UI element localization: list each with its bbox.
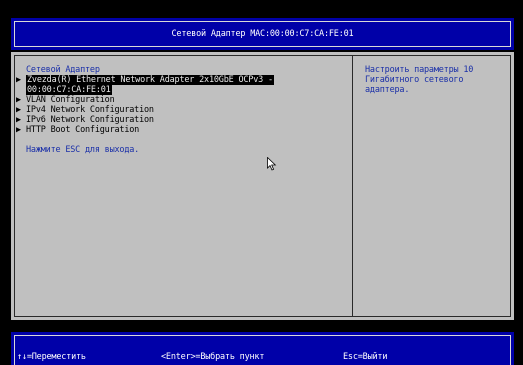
footer-select-hint: <Enter>=Выбрать пункт <box>161 352 265 362</box>
title-bar: Сетевой Адаптер MAC:00:00:C7:CA:FE:01 <box>11 18 514 50</box>
main-panel: Сетевой Адаптер ▶ Zvezda(R) Ethernet Net… <box>11 52 514 320</box>
menu-item-ipv4[interactable]: ▶ IPv4 Network Configuration <box>16 105 346 115</box>
help-line-3: адаптера. <box>365 85 410 95</box>
menu-item-adapter-mac-label: 00:00:C7:CA:FE:01 <box>26 85 112 95</box>
bios-screen: Сетевой Адаптер MAC:00:00:C7:CA:FE:01 Се… <box>0 0 523 365</box>
triangle-right-icon: ▶ <box>16 105 21 115</box>
help-line-2: Гигабитного сетевого <box>365 75 464 85</box>
triangle-right-icon: ▶ <box>16 75 21 85</box>
menu-item-ipv6-label: IPv6 Network Configuration <box>26 115 154 125</box>
help-divider <box>352 55 353 317</box>
help-panel: Настроить параметры 10 Гигабитного сетев… <box>365 65 505 95</box>
menu-item-adapter-label: Zvezda(R) Ethernet Network Adapter 2x10G… <box>26 75 274 85</box>
menu-item-http-boot-label: HTTP Boot Configuration <box>26 125 140 135</box>
menu-item-http-boot[interactable]: ▶ HTTP Boot Configuration <box>16 125 346 135</box>
menu-item-adapter-mac[interactable]: 00:00:C7:CA:FE:01 <box>16 85 346 95</box>
menu-heading: Сетевой Адаптер <box>26 65 100 75</box>
exit-hint: Нажмите ESC для выхода. <box>26 145 140 155</box>
menu-item-vlan[interactable]: ▶ VLAN Configuration <box>16 95 346 105</box>
footer-move-hint: ↑↓=Переместить <box>17 352 86 362</box>
triangle-right-icon: ▶ <box>16 95 21 105</box>
mouse-pointer-icon <box>267 157 277 171</box>
menu-item-vlan-label: VLAN Configuration <box>26 95 115 105</box>
menu-list: Сетевой Адаптер ▶ Zvezda(R) Ethernet Net… <box>16 65 346 155</box>
menu-item-ipv4-label: IPv4 Network Configuration <box>26 105 154 115</box>
help-line-1: Настроить параметры 10 <box>365 65 474 75</box>
footer-bar: ↑↓=Переместить <Enter>=Выбрать пункт Esc… <box>11 332 514 365</box>
footer-exit-hint: Esc=Выйти <box>343 352 388 362</box>
page-title: Сетевой Адаптер MAC:00:00:C7:CA:FE:01 <box>171 29 354 39</box>
triangle-right-icon: ▶ <box>16 115 21 125</box>
menu-item-ipv6[interactable]: ▶ IPv6 Network Configuration <box>16 115 346 125</box>
menu-item-adapter[interactable]: ▶ Zvezda(R) Ethernet Network Adapter 2x1… <box>16 75 346 85</box>
triangle-right-icon: ▶ <box>16 125 21 135</box>
